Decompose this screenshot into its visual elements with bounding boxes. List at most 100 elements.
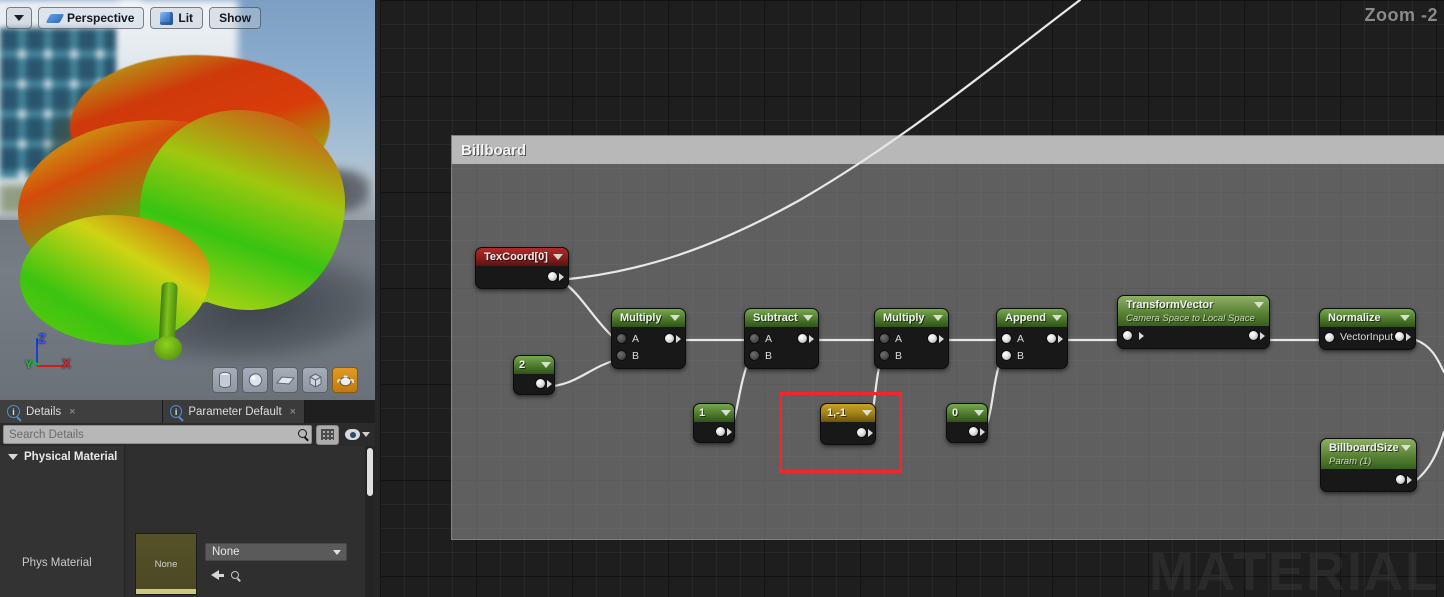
phys-material-combo-value: None (212, 546, 240, 558)
show-flags-button[interactable]: Show (209, 7, 262, 29)
node-subtract-input-a-label: A (765, 332, 773, 345)
node-normalize-output-pin[interactable] (1394, 331, 1411, 342)
chevron-down-icon[interactable] (553, 254, 563, 260)
node-append-body: A B (997, 327, 1067, 368)
lighting-mode-lit-button[interactable]: Lit (150, 7, 204, 29)
teapot-icon (336, 375, 354, 386)
chevron-down-icon[interactable] (721, 410, 731, 416)
node-subtract-output-pin[interactable] (797, 333, 814, 344)
node-const-2-output-pin[interactable] (535, 378, 552, 389)
primitive-sphere-button[interactable] (242, 367, 268, 393)
node-subtract-title: Subtract (753, 312, 798, 324)
chevron-down-icon[interactable] (541, 362, 551, 368)
primitive-cube-button[interactable] (302, 367, 328, 393)
perspective-icon (45, 13, 65, 23)
node-multiply-1-header[interactable]: Multiply (612, 309, 685, 327)
node-multiply-2-input-a-label: A (895, 332, 903, 345)
viewport-options-button[interactable] (6, 7, 32, 29)
node-const-0-output-pin[interactable] (968, 426, 985, 437)
node-append-input-a[interactable]: A (1001, 333, 1024, 345)
node-multiply-1[interactable]: Multiply A B (611, 308, 686, 369)
node-normalize-title: Normalize (1328, 312, 1381, 324)
node-const-0-header[interactable]: 0 (947, 404, 987, 422)
node-transform-vector-input-pin[interactable] (1122, 330, 1144, 341)
node-texcoord-header[interactable]: TexCoord[0] (476, 248, 568, 266)
node-subtract-header[interactable]: Subtract (745, 309, 818, 327)
phys-material-thumbnail-label: None (154, 558, 178, 570)
node-multiply-2[interactable]: Multiply A B (874, 308, 949, 369)
view-mode-perspective-button[interactable]: Perspective (38, 7, 145, 29)
node-const-2-header[interactable]: 2 (514, 356, 554, 374)
material-preview-viewport[interactable]: Z X Y Perspective Lit Show (0, 0, 375, 400)
node-transform-vector[interactable]: TransformVector Camera Space to Local Sp… (1117, 295, 1270, 349)
phys-material-thumbnail[interactable]: None (135, 533, 197, 595)
node-multiply-2-input-b[interactable]: B (879, 350, 902, 362)
node-subtract-input-b-label: B (765, 349, 773, 362)
node-normalize[interactable]: Normalize VectorInput (1319, 308, 1416, 350)
triangle-down-icon (8, 454, 18, 460)
chevron-down-icon[interactable] (1400, 315, 1410, 321)
properties-scrollbar-thumb[interactable] (367, 448, 373, 496)
chevron-down-icon[interactable] (1254, 302, 1264, 308)
show-label: Show (219, 11, 252, 25)
node-billboard-size[interactable]: BillboardSize Param (1) (1320, 438, 1417, 492)
node-transform-vector-header[interactable]: TransformVector Camera Space to Local Sp… (1118, 296, 1269, 326)
node-append-header[interactable]: Append (997, 309, 1067, 327)
view-options-button[interactable] (343, 429, 372, 440)
search-input-wrapper[interactable] (3, 425, 312, 444)
comment-node-header[interactable]: Billboard (452, 136, 1444, 164)
node-normalize-input-vectorinput[interactable]: VectorInput (1324, 331, 1393, 343)
tab-parameter-defaults-close-icon[interactable]: × (290, 406, 296, 418)
node-billboard-size-header[interactable]: BillboardSize Param (1) (1321, 439, 1416, 469)
properties-scrollbar[interactable] (365, 446, 375, 597)
phys-material-combo[interactable]: None (205, 543, 347, 561)
chevron-down-icon[interactable] (933, 315, 943, 321)
node-multiply-1-body: A B (612, 327, 685, 368)
primitive-teapot-button[interactable] (332, 367, 358, 393)
cube-icon (309, 372, 321, 388)
category-physical-material[interactable]: Physical Material (0, 446, 125, 468)
info-icon: i (7, 405, 20, 418)
node-billboard-size-output-pin[interactable] (1395, 474, 1412, 485)
chevron-down-icon[interactable] (670, 315, 680, 321)
node-transform-vector-output-pin[interactable] (1248, 330, 1265, 341)
node-multiply-1-input-a[interactable]: A (616, 333, 639, 345)
primitive-cylinder-button[interactable] (212, 367, 238, 393)
grid-view-button[interactable] (316, 424, 339, 445)
search-icon[interactable] (231, 571, 239, 579)
node-multiply-2-output-pin[interactable] (927, 333, 944, 344)
node-const-0[interactable]: 0 (946, 403, 988, 443)
node-multiply-1-input-b[interactable]: B (616, 350, 639, 362)
node-normalize-header[interactable]: Normalize (1320, 309, 1415, 327)
node-append-input-b[interactable]: B (1001, 350, 1024, 362)
node-multiply-1-output-pin[interactable] (664, 333, 681, 344)
node-multiply-2-header[interactable]: Multiply (875, 309, 948, 327)
node-const-2[interactable]: 2 (513, 355, 555, 395)
node-subtract[interactable]: Subtract A B (744, 308, 819, 369)
tab-parameter-defaults[interactable]: i Parameter Defaults × (163, 400, 305, 423)
node-const-1[interactable]: 1 (693, 403, 735, 443)
tab-details-close-icon[interactable]: × (69, 406, 75, 418)
chevron-down-icon[interactable] (974, 410, 984, 416)
node-texcoord-output-pin[interactable] (547, 271, 564, 282)
node-subtract-input-a[interactable]: A (749, 333, 772, 345)
node-append[interactable]: Append A B (996, 308, 1068, 369)
tab-details[interactable]: i Details × (0, 400, 163, 423)
perspective-label: Perspective (67, 11, 135, 25)
node-const-1-header[interactable]: 1 (694, 404, 734, 422)
info-icon: i (170, 405, 183, 418)
search-details-input[interactable] (4, 426, 311, 443)
axis-gizmo: Z X Y (24, 331, 82, 382)
material-graph-canvas[interactable]: Zoom -2 MATERIAL Billboard TexCoord[0] 2… (380, 0, 1444, 597)
preview-primitive-buttons (212, 367, 358, 393)
node-append-output-pin[interactable] (1046, 333, 1063, 344)
node-const-1-output-pin[interactable] (715, 426, 732, 437)
node-subtract-input-b[interactable]: B (749, 350, 772, 362)
back-arrow-icon[interactable] (211, 570, 224, 580)
node-texcoord[interactable]: TexCoord[0] (475, 247, 569, 289)
chevron-down-icon[interactable] (1052, 315, 1062, 321)
primitive-plane-button[interactable] (272, 367, 298, 393)
chevron-down-icon[interactable] (1401, 445, 1411, 451)
chevron-down-icon[interactable] (803, 315, 813, 321)
node-multiply-2-input-a[interactable]: A (879, 333, 902, 345)
